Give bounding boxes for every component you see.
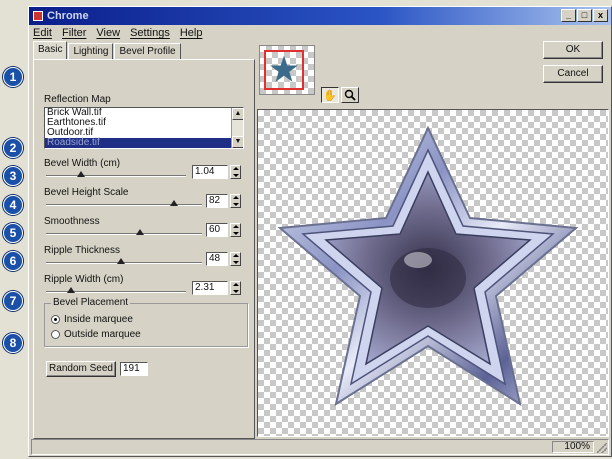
ripple-thickness-field[interactable]: 48: [206, 252, 228, 266]
bevel-width-field[interactable]: 1.04: [192, 165, 228, 179]
callout-badge-1: 1: [3, 67, 23, 87]
random-seed-field[interactable]: 191: [120, 362, 148, 376]
menu-edit[interactable]: Edit: [33, 27, 52, 39]
bevel-height-label: Bevel Height Scale: [44, 187, 129, 198]
outside-marquee-label: Outside marquee: [64, 329, 141, 340]
menu-settings[interactable]: Settings: [130, 27, 170, 39]
bevel-height-slider-thumb[interactable]: [169, 200, 178, 206]
bevel-height-field[interactable]: 82: [206, 194, 228, 208]
reflection-map-label: Reflection Map: [44, 94, 111, 105]
ok-button[interactable]: OK: [543, 41, 603, 59]
outside-marquee-option[interactable]: Outside marquee: [51, 329, 141, 340]
zoom-level: 100%: [552, 441, 594, 453]
callout-badge-7: 7: [3, 291, 23, 311]
window-title: Chrome: [47, 10, 89, 22]
tab-basic[interactable]: Basic: [33, 41, 68, 59]
smoothness-field[interactable]: 60: [206, 223, 228, 237]
settings-panel: Basic Lighting Bevel Profile Reflection …: [31, 41, 257, 439]
bevel-width-label: Bevel Width (cm): [44, 158, 121, 169]
ripple-width-spinner[interactable]: [230, 281, 241, 295]
menu-help[interactable]: Help: [180, 27, 203, 39]
smoothness-slider-thumb[interactable]: [135, 229, 144, 235]
hand-tool-button[interactable]: ✋: [321, 87, 339, 103]
ripple-width-slider-thumb[interactable]: [67, 287, 76, 293]
close-button[interactable]: x: [593, 9, 608, 22]
cancel-button[interactable]: Cancel: [543, 65, 603, 83]
title-bar: Chrome _ □ x: [29, 7, 611, 25]
ripple-thickness-spinner[interactable]: [230, 252, 241, 266]
magnifier-icon: [344, 89, 356, 101]
callout-badge-3: 3: [3, 166, 23, 186]
radio-icon[interactable]: [51, 330, 60, 339]
preview-canvas[interactable]: [257, 109, 609, 437]
bevel-width-spinner[interactable]: [230, 165, 241, 179]
star-thumbnail-icon: [270, 55, 298, 82]
navigator-selection-box[interactable]: [264, 50, 304, 90]
callout-badge-2: 2: [3, 138, 23, 158]
chrome-dialog-window: Chrome _ □ x Edit Filter View Settings H…: [3, 6, 612, 457]
bevel-width-slider-thumb[interactable]: [77, 171, 85, 177]
navigator-thumbnail[interactable]: [259, 45, 315, 95]
callout-badge-6: 6: [3, 251, 23, 271]
menu-filter[interactable]: Filter: [62, 27, 86, 39]
bevel-height-slider[interactable]: [46, 204, 202, 206]
maximize-button[interactable]: □: [577, 9, 592, 22]
bevel-placement-group: Bevel Placement Inside marquee Outside m…: [44, 297, 248, 347]
radio-selected-icon[interactable]: [51, 315, 60, 324]
ripple-thickness-label: Ripple Thickness: [44, 245, 120, 256]
ripple-width-field[interactable]: 2.31: [192, 281, 228, 295]
scroll-down-icon[interactable]: ▼: [232, 136, 243, 148]
scroll-up-icon[interactable]: ▲: [232, 108, 243, 120]
tab-lighting[interactable]: Lighting: [68, 43, 114, 59]
ripple-thickness-slider-thumb[interactable]: [116, 258, 125, 264]
smoothness-spinner[interactable]: [230, 223, 241, 237]
zoom-tool-button[interactable]: [341, 87, 359, 103]
bevel-placement-label: Bevel Placement: [51, 297, 131, 308]
window-controls: _ □ x: [561, 9, 608, 22]
tab-bevel-profile[interactable]: Bevel Profile: [114, 43, 181, 59]
bevel-height-spinner[interactable]: [230, 194, 241, 208]
resize-grip-icon[interactable]: [597, 443, 607, 453]
menu-view[interactable]: View: [96, 27, 120, 39]
minimize-button[interactable]: _: [561, 9, 576, 22]
tab-strip: Basic Lighting Bevel Profile: [33, 41, 182, 59]
callout-badge-4: 4: [3, 195, 23, 215]
app-icon: [33, 11, 43, 21]
callout-badge-5: 5: [3, 223, 23, 243]
callout-badge-8: 8: [3, 333, 23, 353]
chrome-star-preview: [277, 125, 579, 407]
reflection-map-list[interactable]: Brick Wall.tif Earthtones.tif Outdoor.ti…: [44, 107, 244, 149]
smoothness-slider[interactable]: [46, 233, 202, 235]
random-seed-button[interactable]: Random Seed: [46, 361, 116, 377]
inside-marquee-label: Inside marquee: [64, 314, 133, 325]
smoothness-label: Smoothness: [44, 216, 100, 227]
list-scrollbar[interactable]: ▲ ▼: [231, 108, 243, 148]
menu-bar: Edit Filter View Settings Help: [33, 27, 202, 39]
list-item-selected[interactable]: Roadside.tif: [45, 138, 243, 148]
basic-tab-panel: Reflection Map Brick Wall.tif Earthtones…: [33, 59, 255, 439]
hand-icon: ✋: [323, 89, 337, 102]
status-bar: 100%: [31, 439, 609, 455]
bevel-width-slider[interactable]: [46, 175, 186, 177]
inside-marquee-option[interactable]: Inside marquee: [51, 314, 133, 325]
ripple-width-label: Ripple Width (cm): [44, 274, 124, 285]
